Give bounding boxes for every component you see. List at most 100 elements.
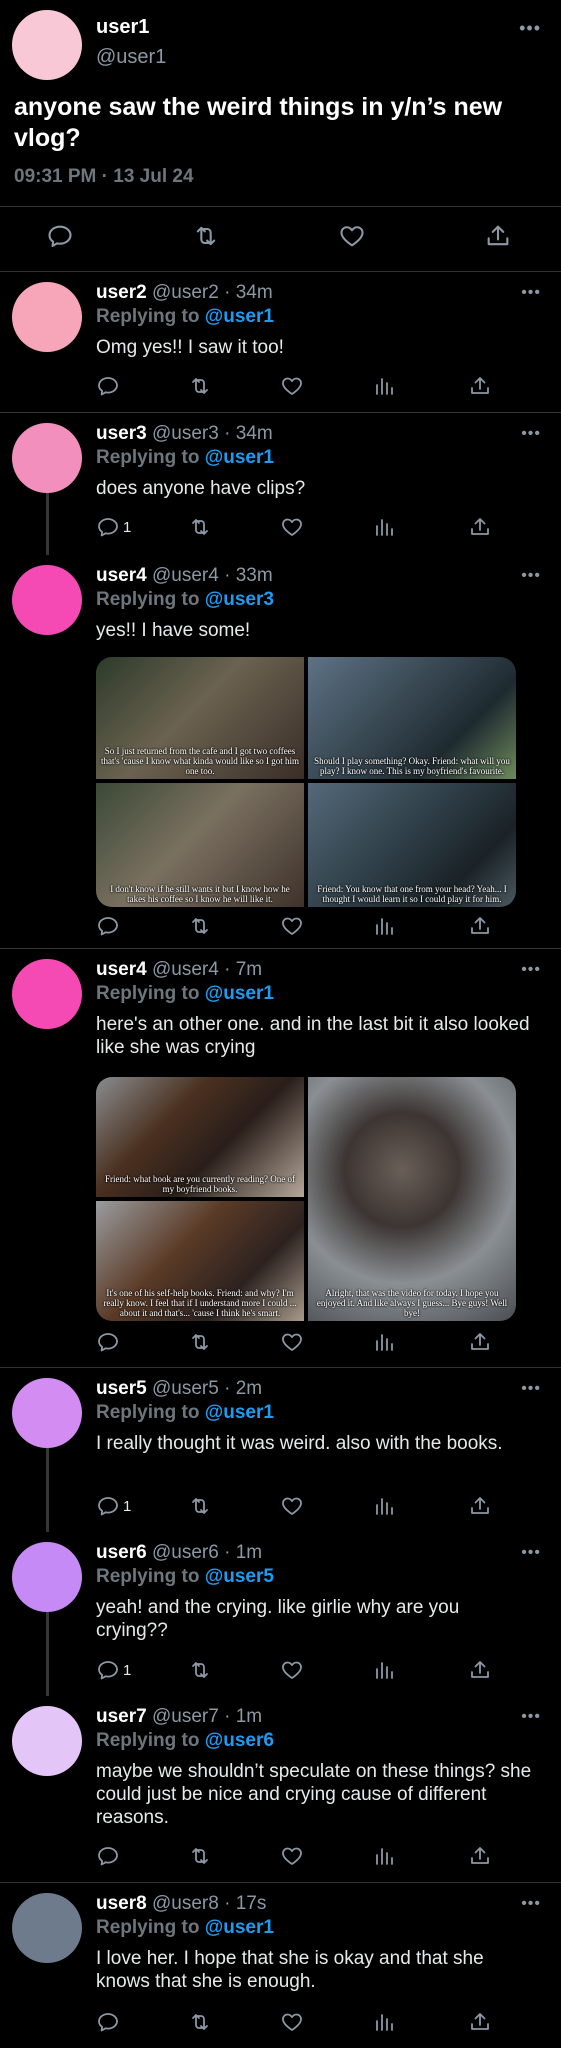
share-button[interactable]: [468, 515, 492, 539]
author-name[interactable]: user1: [96, 16, 149, 39]
reply-tweet[interactable]: user6 @user6 · 1m ••• Replying to @user5…: [0, 1532, 561, 1696]
video-clip-thumbnail[interactable]: Should I play something? Okay. Friend: w…: [308, 657, 516, 779]
retweet-button[interactable]: [188, 2010, 212, 2034]
avatar[interactable]: [12, 1542, 82, 1612]
retweet-button[interactable]: [188, 1844, 212, 1868]
like-button[interactable]: [280, 914, 304, 938]
more-icon[interactable]: •••: [521, 284, 541, 302]
author-handle[interactable]: @user4: [152, 959, 219, 980]
more-icon[interactable]: •••: [521, 1895, 541, 1913]
author-handle[interactable]: @user8: [152, 1893, 219, 1914]
views-button[interactable]: [372, 1494, 396, 1518]
replying-to-link[interactable]: @user1: [205, 1917, 274, 1938]
author-handle[interactable]: @user6: [152, 1542, 219, 1563]
author-name[interactable]: user2: [96, 282, 147, 303]
video-clip-thumbnail[interactable]: Alright, that was the video for today. I…: [308, 1077, 516, 1321]
avatar[interactable]: [12, 282, 82, 352]
retweet-button[interactable]: [188, 1494, 212, 1518]
reply-tweet[interactable]: user2 @user2 · 34m ••• Replying to @user…: [0, 272, 561, 412]
views-button[interactable]: [372, 1658, 396, 1682]
reply-button[interactable]: [96, 1330, 123, 1354]
replying-to-link[interactable]: @user1: [205, 306, 274, 327]
retweet-button[interactable]: [188, 1658, 212, 1682]
author-name[interactable]: user7: [96, 1706, 147, 1727]
replying-to-link[interactable]: @user6: [205, 1730, 274, 1751]
reply-tweet[interactable]: user8 @user8 · 17s ••• Replying to @user…: [0, 1883, 561, 2048]
more-icon[interactable]: •••: [521, 961, 541, 979]
avatar[interactable]: [12, 1893, 82, 1963]
more-icon[interactable]: •••: [521, 1544, 541, 1562]
like-button[interactable]: [280, 1330, 304, 1354]
share-button[interactable]: [468, 1494, 492, 1518]
avatar[interactable]: [12, 565, 82, 635]
author-handle[interactable]: @user3: [152, 423, 219, 444]
share-button[interactable]: [468, 374, 492, 398]
author-name[interactable]: user5: [96, 1378, 147, 1399]
replying-to-link[interactable]: @user3: [205, 589, 274, 610]
reply-tweet[interactable]: user5 @user5 · 2m ••• Replying to @user1…: [0, 1368, 561, 1532]
like-button[interactable]: [280, 515, 304, 539]
share-button[interactable]: [468, 1330, 492, 1354]
author-name[interactable]: user4: [96, 565, 147, 586]
views-button[interactable]: [372, 1844, 396, 1868]
share-button[interactable]: [484, 222, 512, 250]
author-handle[interactable]: @user7: [152, 1706, 219, 1727]
retweet-button[interactable]: [188, 1330, 212, 1354]
reply-button[interactable]: [96, 1844, 123, 1868]
reply-button[interactable]: 1: [96, 515, 131, 539]
author-handle[interactable]: @user2: [152, 282, 219, 303]
reply-button[interactable]: [96, 2010, 123, 2034]
reply-tweet[interactable]: user4 @user4 · 33m ••• Replying to @user…: [0, 555, 561, 948]
views-button[interactable]: [372, 2010, 396, 2034]
reply-tweet[interactable]: user3 @user3 · 34m ••• Replying to @user…: [0, 413, 561, 555]
avatar[interactable]: [12, 423, 82, 493]
avatar[interactable]: [12, 959, 82, 1029]
more-icon[interactable]: •••: [521, 1380, 541, 1398]
reply-button[interactable]: 1: [96, 1658, 131, 1682]
views-button[interactable]: [372, 914, 396, 938]
more-icon[interactable]: •••: [521, 425, 541, 443]
retweet-button[interactable]: [188, 515, 212, 539]
author-name[interactable]: user8: [96, 1893, 147, 1914]
like-button[interactable]: [280, 374, 304, 398]
retweet-button[interactable]: [192, 222, 220, 250]
like-button[interactable]: [280, 1494, 304, 1518]
author-name[interactable]: user3: [96, 423, 147, 444]
reply-button[interactable]: [46, 222, 74, 250]
views-button[interactable]: [372, 515, 396, 539]
video-clip-thumbnail[interactable]: I don't know if he still wants it but I …: [96, 783, 304, 907]
like-button[interactable]: [280, 1658, 304, 1682]
replying-to-link[interactable]: @user1: [205, 983, 274, 1004]
video-clip-thumbnail[interactable]: Friend: You know that one from your head…: [308, 783, 516, 907]
video-clip-thumbnail[interactable]: So I just returned from the cafe and I g…: [96, 657, 304, 779]
share-button[interactable]: [468, 2010, 492, 2034]
like-button[interactable]: [280, 2010, 304, 2034]
replying-to-link[interactable]: @user1: [205, 1402, 274, 1423]
author-name[interactable]: user4: [96, 959, 147, 980]
author-name[interactable]: user6: [96, 1542, 147, 1563]
avatar[interactable]: [12, 10, 82, 80]
reply-tweet[interactable]: user7 @user7 · 1m ••• Replying to @user6…: [0, 1696, 561, 1882]
retweet-button[interactable]: [188, 374, 212, 398]
reply-tweet[interactable]: user4 @user4 · 7m ••• Replying to @user1…: [0, 949, 561, 1367]
more-icon[interactable]: •••: [521, 567, 541, 585]
avatar[interactable]: [12, 1706, 82, 1776]
like-button[interactable]: [280, 1844, 304, 1868]
views-button[interactable]: [372, 1330, 396, 1354]
retweet-button[interactable]: [188, 914, 212, 938]
reply-button[interactable]: [96, 374, 123, 398]
author-handle[interactable]: @user5: [152, 1378, 219, 1399]
share-button[interactable]: [468, 914, 492, 938]
replying-to-link[interactable]: @user5: [205, 1566, 274, 1587]
views-button[interactable]: [372, 374, 396, 398]
share-button[interactable]: [468, 1844, 492, 1868]
avatar[interactable]: [12, 1378, 82, 1448]
author-handle[interactable]: @user1: [96, 46, 166, 69]
author-handle[interactable]: @user4: [152, 565, 219, 586]
replying-to-link[interactable]: @user1: [205, 447, 274, 468]
video-clip-thumbnail[interactable]: Friend: what book are you currently read…: [96, 1077, 304, 1197]
reply-button[interactable]: [96, 914, 123, 938]
share-button[interactable]: [468, 1658, 492, 1682]
reply-button[interactable]: 1: [96, 1494, 131, 1518]
more-icon[interactable]: •••: [521, 1708, 541, 1726]
